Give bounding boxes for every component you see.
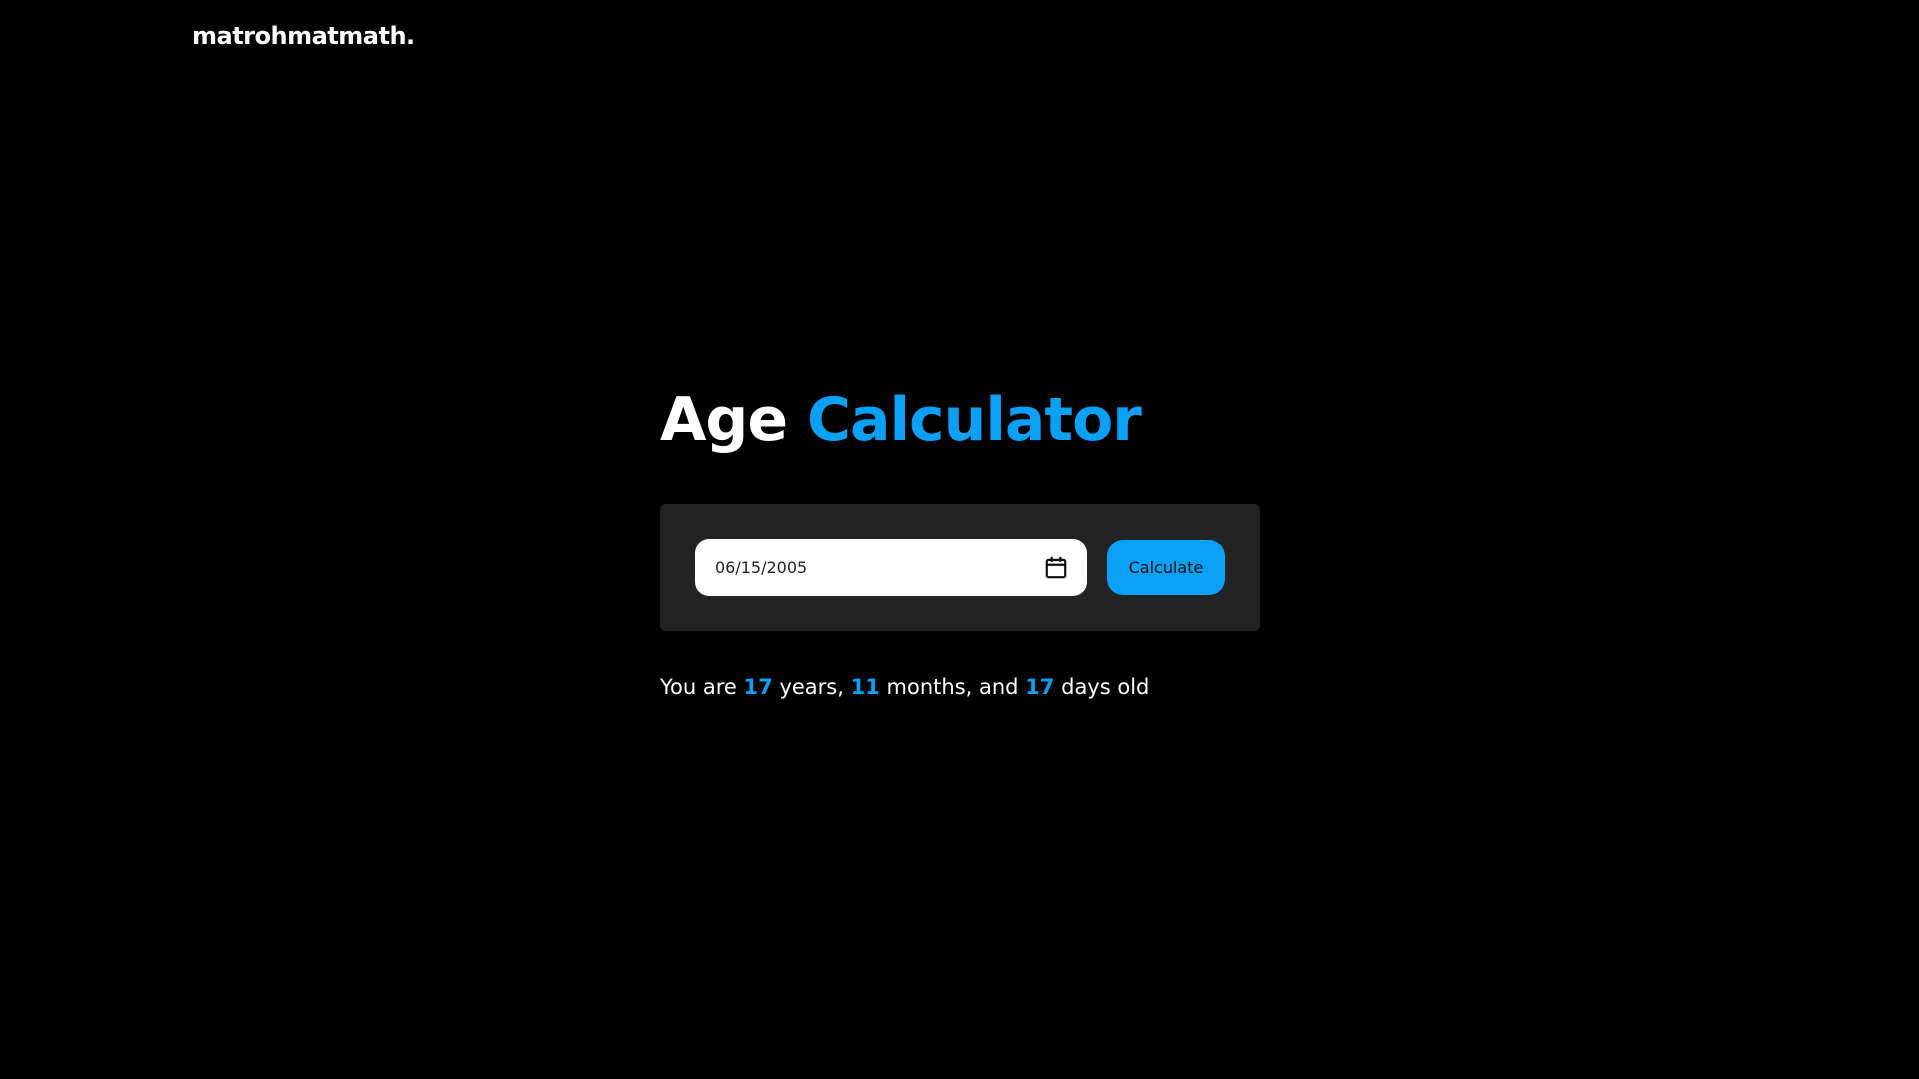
- site-logo[interactable]: matrohmatmath.: [192, 22, 415, 50]
- title-word-calculator: Calculator: [806, 385, 1142, 455]
- main-content: Age Calculator 06/15/2005 Calculate You …: [660, 380, 1260, 699]
- result-years: 17: [743, 675, 773, 699]
- birthdate-input[interactable]: 06/15/2005: [695, 539, 1087, 596]
- calculate-button[interactable]: Calculate: [1107, 540, 1225, 595]
- result-years-label: years,: [779, 675, 844, 699]
- calculator-card: 06/15/2005 Calculate: [660, 504, 1260, 631]
- result-prefix: You are: [660, 675, 737, 699]
- calendar-icon[interactable]: [1043, 555, 1069, 581]
- result-days-label: days old: [1061, 675, 1150, 699]
- age-result: You are 17 years, 11 months, and 17 days…: [660, 675, 1260, 699]
- title-word-age: Age: [660, 385, 788, 455]
- result-months: 11: [850, 675, 880, 699]
- result-days: 17: [1025, 675, 1055, 699]
- birthdate-value: 06/15/2005: [715, 558, 808, 577]
- page: matrohmatmath. Age Calculator 06/15/2005…: [0, 0, 1919, 1079]
- page-title: Age Calculator: [660, 380, 1260, 460]
- result-months-label: months, and: [886, 675, 1019, 699]
